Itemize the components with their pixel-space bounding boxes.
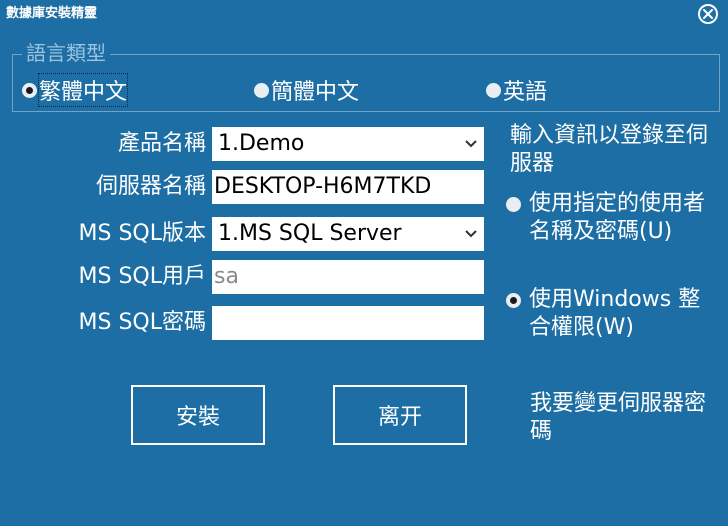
radio-indicator [506, 293, 521, 308]
radio-label: 英語 [503, 80, 548, 105]
radio-simplified-chinese[interactable]: 簡體中文 [254, 76, 360, 105]
sql-version-value: 1.MS SQL Server [218, 221, 402, 246]
chevron-down-icon [465, 230, 477, 238]
radio-traditional-chinese[interactable]: 繁體中文 [22, 73, 129, 107]
close-button[interactable] [698, 4, 718, 24]
server-name-input[interactable]: DESKTOP-H6M7TKD [212, 170, 484, 204]
radio-auth-sql-label: 使用指定的使用者名稱及密碼(U) [529, 191, 706, 244]
close-icon [703, 9, 713, 19]
radio-indicator [506, 197, 521, 212]
radio-auth-windows-label: 使用Windows 整合權限(W) [529, 287, 701, 340]
chevron-down-icon [465, 140, 477, 148]
radio-auth-windows[interactable]: 使用Windows 整合權限(W) [506, 286, 713, 342]
sql-version-label: MS SQL版本 [78, 221, 206, 246]
sql-password-input[interactable] [212, 306, 484, 340]
radio-english[interactable]: 英語 [486, 76, 548, 105]
sql-version-select[interactable]: 1.MS SQL Server [212, 217, 484, 251]
sql-password-label: MS SQL密碼 [78, 310, 206, 335]
radio-label: 繁體中文 [37, 73, 129, 107]
product-name-value: 1.Demo [218, 131, 305, 156]
radio-indicator [486, 82, 501, 98]
exit-button[interactable]: 离开 [333, 385, 467, 445]
install-button[interactable]: 安裝 [131, 385, 265, 445]
language-group-legend: 語言類型 [22, 42, 110, 64]
product-name-select[interactable]: 1.Demo [212, 127, 484, 161]
radio-indicator [254, 82, 269, 98]
login-heading: 輸入資訊以登錄至伺服器 [510, 123, 709, 176]
radio-indicator [22, 82, 37, 98]
product-name-label: 產品名稱 [117, 131, 206, 156]
radio-label: 簡體中文 [271, 80, 360, 105]
sql-user-label: MS SQL用戶 [78, 264, 206, 289]
server-name-label: 伺服器名稱 [95, 174, 206, 199]
radio-auth-sql[interactable]: 使用指定的使用者名稱及密碼(U) [506, 190, 713, 246]
change-password-link[interactable]: 我要變更伺服器密碼 [530, 390, 720, 446]
sql-user-input[interactable]: sa [212, 260, 484, 294]
window-title: 數據庫安裝精靈 [6, 6, 98, 21]
